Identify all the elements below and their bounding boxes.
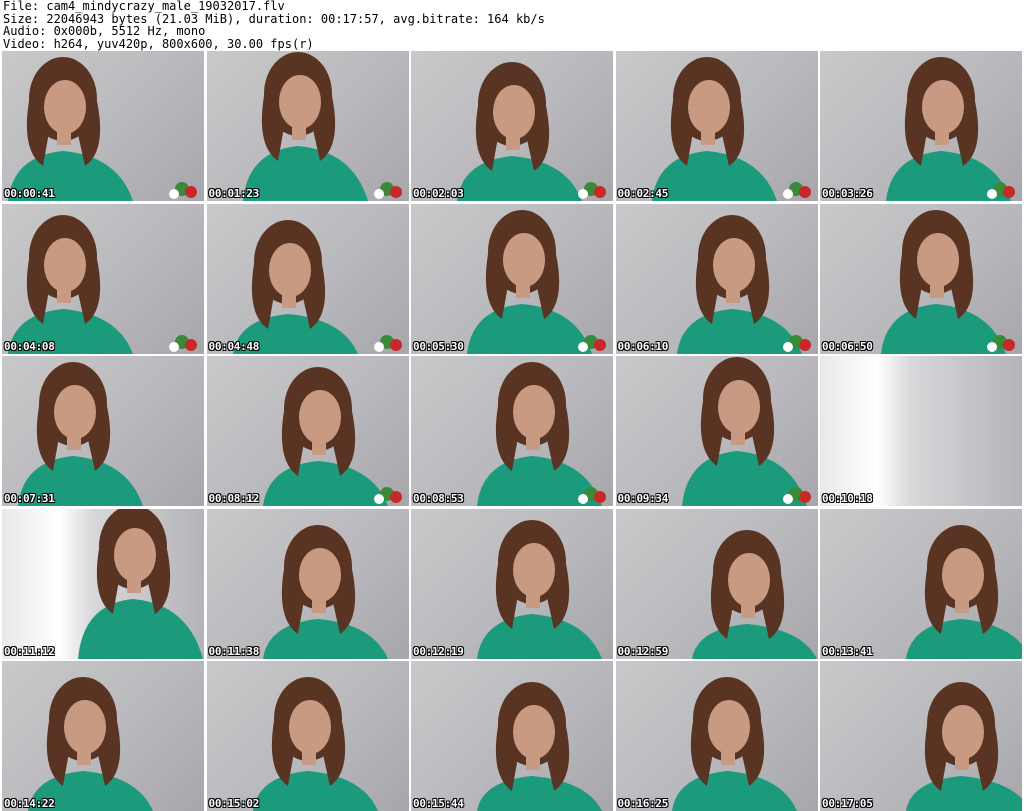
thumbnail-timestamp: 00:07:31 [4, 492, 55, 505]
frame-image [477, 362, 606, 506]
frame-image [78, 508, 203, 659]
video-thumbnail: 00:04:48 [206, 203, 409, 354]
frame-image [18, 362, 143, 506]
video-thumbnail: 00:10:18 [820, 356, 1022, 506]
thumbnail-timestamp: 00:09:34 [617, 492, 669, 505]
video-thumbnail: 00:05:30 [411, 203, 613, 354]
frame-image [28, 677, 153, 811]
frame-image [906, 524, 1022, 659]
thumbnail-timestamp: 00:17:05 [822, 797, 873, 810]
video-thumbnail: 00:11:38 [206, 508, 409, 659]
thumbnail-timestamp: 00:11:12 [4, 644, 55, 658]
thumbnail-timestamp: 00:04:48 [208, 339, 260, 353]
frame-image [820, 356, 1022, 506]
video-thumbnail: 00:06:10 [615, 203, 818, 354]
thumbnail-timestamp: 00:04:08 [4, 339, 55, 353]
frame-image [681, 357, 811, 506]
video-thumbnail: 00:02:45 [615, 51, 818, 201]
video-thumbnail: 00:12:59 [615, 508, 818, 659]
thumbnail-timestamp: 00:02:45 [617, 187, 669, 200]
thumbnail-timestamp: 00:14:22 [4, 797, 55, 810]
video-thumbnail: 00:08:53 [411, 356, 613, 506]
video-thumbnail: 00:07:31 [2, 356, 204, 506]
video-thumbnail: 00:06:50 [820, 203, 1022, 354]
frame-image [467, 209, 606, 354]
thumbnail-grid: 00:00:41 00:01:23 00:02:03 00:02:45 00:03:26… [2, 51, 1022, 811]
thumbnail-timestamp: 00:01:23 [208, 187, 260, 200]
thumbnail-timestamp: 00:16:25 [617, 797, 669, 810]
video-thumbnail: 00:02:03 [411, 51, 613, 201]
frame-image [886, 57, 1015, 201]
frame-image [671, 677, 797, 811]
thumbnail-timestamp: 00:03:26 [822, 187, 873, 200]
video-thumbnail: 00:04:08 [2, 203, 204, 354]
frame-image [477, 519, 602, 659]
thumbnail-timestamp: 00:05:30 [413, 339, 464, 353]
frame-image [881, 209, 1015, 354]
frame-image [906, 682, 1022, 811]
frame-image [8, 57, 197, 201]
frame-image [252, 677, 378, 811]
thumbnail-timestamp: 00:08:53 [413, 492, 464, 505]
frame-image [477, 682, 602, 811]
frame-image [262, 367, 402, 506]
frame-image [651, 57, 811, 201]
frame-image [691, 529, 817, 659]
frame-image [457, 62, 606, 201]
thumbnail-timestamp: 00:11:38 [208, 644, 260, 658]
thumbnail-timestamp: 00:06:10 [617, 339, 669, 353]
video-thumbnail: 00:01:23 [206, 51, 409, 201]
video-thumbnail: 00:13:41 [820, 508, 1022, 659]
thumbnail-timestamp: 00:15:44 [413, 797, 464, 810]
thumbnail-timestamp: 00:08:12 [208, 492, 260, 505]
video-thumbnail: 00:15:44 [411, 661, 613, 811]
thumbnail-timestamp: 00:12:59 [617, 644, 669, 658]
video-thumbnail: 00:17:05 [820, 661, 1022, 811]
video-thumbnail: 00:15:02 [206, 661, 409, 811]
audio-info-line: Audio: 0x000b, 5512 Hz, mono [3, 24, 206, 38]
video-thumbnail: 00:00:41 [2, 51, 204, 201]
frame-image [676, 214, 811, 354]
thumbnail-timestamp: 00:10:18 [822, 492, 873, 505]
video-thumbnail: 00:16:25 [615, 661, 818, 811]
frame-image [8, 214, 197, 354]
thumbnail-timestamp: 00:15:02 [208, 797, 260, 810]
file-name-line: File: cam4_mindycrazy_male_19032017.flv [3, 0, 285, 13]
thumbnail-timestamp: 00:13:41 [822, 644, 873, 658]
video-thumbnail: 00:14:22 [2, 661, 204, 811]
thumbnail-timestamp: 00:06:50 [822, 339, 873, 353]
video-thumbnail: 00:08:12 [206, 356, 409, 506]
video-thumbnail: 00:11:12 [2, 508, 204, 659]
video-thumbnail: 00:03:26 [820, 51, 1022, 201]
video-thumbnail: 00:12:19 [411, 508, 613, 659]
frame-image [232, 219, 402, 354]
frame-image [242, 52, 402, 201]
frame-image [262, 524, 388, 659]
thumbnail-timestamp: 00:12:19 [413, 644, 464, 658]
thumbnail-timestamp: 00:02:03 [413, 187, 464, 200]
video-thumbnail: 00:09:34 [615, 356, 818, 506]
video-info-line: Video: h264, yuv420p, 800x600, 30.00 fps… [3, 36, 314, 51]
thumbnail-timestamp: 00:00:41 [4, 187, 55, 200]
file-info-header: File: cam4_mindycrazy_male_19032017.flv … [3, 0, 1021, 50]
